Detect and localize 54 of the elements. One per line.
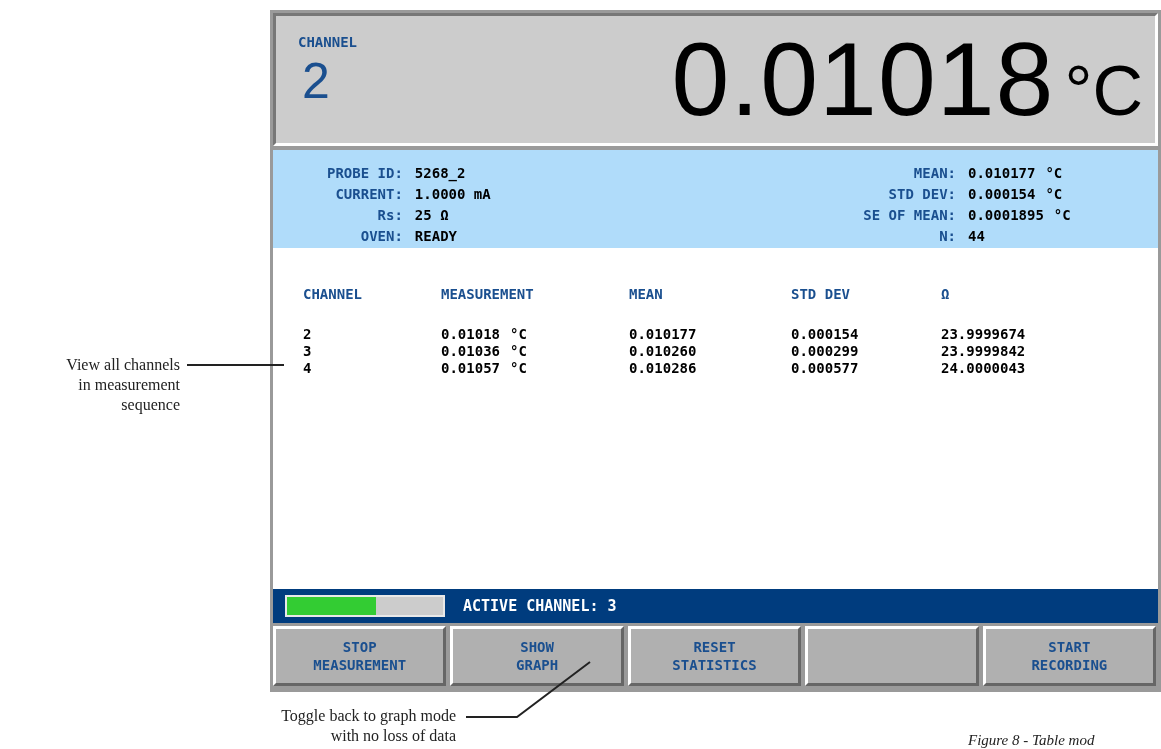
field-value: 1.0000 mA <box>414 185 491 204</box>
table-cell: 0.01057 <box>441 360 500 377</box>
softkey-button[interactable]: SHOW GRAPH <box>450 626 624 686</box>
column-header: CHANNEL <box>303 286 362 303</box>
field-value: 5268_2 <box>414 164 466 184</box>
field-label: CURRENT: <box>334 185 403 204</box>
unit-label: °C <box>510 343 527 360</box>
table-cell: 4 <box>303 360 312 377</box>
field-label: Rs: <box>376 206 403 225</box>
table-cell: 0.01036 <box>441 343 500 360</box>
annotation-text: View all channels in measurement sequence <box>65 355 180 415</box>
column-header: Ω <box>941 286 950 303</box>
softkey-button[interactable]: STOP MEASUREMENT <box>273 626 447 686</box>
table-cell: 0.000154 <box>791 326 859 343</box>
unit-label: °C <box>1045 185 1063 204</box>
field-value: 0.0001895 <box>968 206 1044 225</box>
table-cell: 0.010286 <box>629 360 697 377</box>
field-label: OVEN: <box>359 227 403 246</box>
table-cell: 0.000577 <box>791 360 859 377</box>
channel-number: 2 <box>302 53 331 109</box>
table-cell: 23.9999842 <box>941 343 1026 360</box>
field-value: 44 <box>968 227 985 246</box>
status-text: ACTIVE CHANNEL: 3 <box>463 595 617 617</box>
annotation-text: Toggle back to graph mode with no loss of data <box>280 706 456 746</box>
column-header: STD DEV <box>791 286 850 303</box>
temperature-reading: 0.01018 <box>671 20 1055 138</box>
field-value: 0.000154 <box>968 185 1036 204</box>
softkey-button[interactable]: START RECORDING <box>982 626 1157 686</box>
channel-label: CHANNEL <box>298 33 357 52</box>
table-cell: 0.010260 <box>629 343 697 360</box>
field-value: 0.010177 <box>968 164 1036 183</box>
table-cell: 23.9999674 <box>941 326 1026 343</box>
field-value: READY <box>414 227 457 246</box>
unit-label: °C <box>1045 164 1063 183</box>
table-cell: 24.0000043 <box>941 360 1026 377</box>
table-cell: 0.000299 <box>791 343 859 360</box>
column-header: MEASUREMENT <box>441 286 534 303</box>
field-label: SE OF MEAN: <box>863 206 956 225</box>
figure-caption: Figure 8 - Table mod <box>968 731 1095 749</box>
softkey-button[interactable]: RESET STATISTICS <box>627 626 802 686</box>
unit-label: °C <box>510 326 527 343</box>
field-label: STD DEV: <box>887 185 956 204</box>
table-cell: 3 <box>303 343 312 360</box>
table-cell: 0.010177 <box>629 326 697 343</box>
field-value: 25 Ω <box>414 206 449 225</box>
table-cell: 0.01018 <box>441 326 500 343</box>
table-cell: 2 <box>303 326 312 343</box>
field-label: MEAN: <box>912 164 956 183</box>
field-label: N: <box>938 227 956 246</box>
column-header: MEAN <box>629 286 663 303</box>
field-label: PROBE ID: <box>327 164 403 183</box>
unit-label: °C <box>1064 51 1143 132</box>
unit-label: °C <box>1053 206 1071 225</box>
unit-label: °C <box>510 360 527 377</box>
